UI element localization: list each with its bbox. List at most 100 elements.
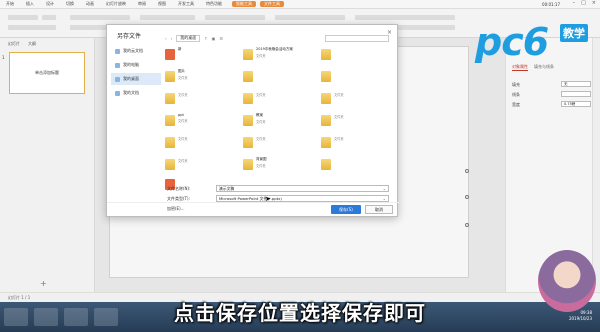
forward-icon[interactable]: › bbox=[171, 36, 173, 41]
folder-icon bbox=[243, 93, 253, 104]
text-tools[interactable] bbox=[275, 15, 345, 20]
tab-file-tools[interactable]: 文件工具 bbox=[260, 1, 284, 7]
location-select[interactable]: 我的桌面 bbox=[176, 34, 201, 42]
tab-slideshow[interactable]: 幻灯片放映 bbox=[100, 1, 132, 7]
nav-desktop[interactable]: 我的桌面 bbox=[111, 73, 161, 85]
format-buttons[interactable] bbox=[8, 25, 56, 30]
filename-input[interactable]: 演示文稿 ⌄ bbox=[216, 185, 389, 192]
drawing-buttons[interactable] bbox=[140, 15, 195, 20]
computer-icon bbox=[115, 62, 120, 68]
search-input[interactable] bbox=[325, 34, 389, 42]
filetype-value: Microsoft PowerPoint 文件(*.pptx) bbox=[219, 195, 282, 201]
tab-animation[interactable]: 动画 bbox=[80, 1, 100, 7]
font-name-select[interactable] bbox=[8, 15, 38, 20]
side-toolbar[interactable] bbox=[592, 38, 600, 292]
tab-smart-tools[interactable]: 智能工具 bbox=[232, 1, 256, 7]
folder-icon bbox=[321, 137, 331, 148]
file-item[interactable]: 教案 文件夹 bbox=[243, 113, 313, 133]
tab-features[interactable]: 特色功能 bbox=[200, 1, 228, 7]
ppt-file-icon bbox=[165, 49, 175, 60]
documents-icon bbox=[115, 90, 120, 96]
width-input[interactable]: 0.75磅 bbox=[561, 101, 591, 107]
mascot-avatar bbox=[538, 250, 596, 312]
file-item[interactable]: 2019中秋晚会活动方案 文件夹 bbox=[243, 47, 313, 67]
desktop-icon bbox=[115, 76, 120, 82]
file-item[interactable]: 文件夹 bbox=[165, 157, 235, 177]
encrypt-link[interactable]: 加密(E)... bbox=[167, 206, 184, 212]
folder-icon bbox=[321, 49, 331, 60]
file-item[interactable]: 背景图 文件夹 bbox=[243, 157, 313, 177]
tab-outline[interactable]: 大纲 bbox=[28, 41, 36, 47]
new-folder-icon[interactable]: ▣ bbox=[212, 36, 216, 41]
file-item[interactable]: 文件夹 bbox=[321, 113, 391, 133]
folder-icon bbox=[165, 93, 175, 104]
chevron-down-icon[interactable]: ⌄ bbox=[383, 186, 386, 191]
dialog-title: 另存文件 bbox=[117, 33, 142, 40]
mouse-cursor-icon: ➤ bbox=[265, 195, 271, 203]
add-slide-icon[interactable]: + bbox=[40, 279, 47, 288]
file-item[interactable]: 文件夹 bbox=[321, 135, 391, 155]
tab-transitions[interactable]: 切换 bbox=[60, 1, 80, 7]
folder-icon bbox=[321, 71, 331, 82]
file-item[interactable]: 新 bbox=[165, 47, 235, 67]
file-item[interactable] bbox=[321, 157, 391, 177]
file-item[interactable]: 图片 文件夹 bbox=[165, 69, 235, 89]
tab-review[interactable]: 审阅 bbox=[132, 1, 152, 7]
file-item[interactable] bbox=[321, 69, 391, 89]
tab-insert[interactable]: 插入 bbox=[20, 1, 40, 7]
chevron-down-icon[interactable]: ⌄ bbox=[383, 196, 386, 201]
file-item[interactable]: ppt 文件夹 bbox=[165, 113, 235, 133]
folder-icon bbox=[165, 115, 175, 126]
folder-icon bbox=[321, 159, 331, 170]
back-icon[interactable]: ‹ bbox=[165, 36, 167, 41]
recording-time: 00:01:17 bbox=[542, 1, 560, 7]
cancel-button[interactable]: 取消 bbox=[365, 205, 393, 214]
divider bbox=[107, 202, 399, 203]
logo-text: pc6 bbox=[475, 20, 549, 64]
prop-label: 线条 bbox=[512, 92, 520, 97]
file-item[interactable]: 文件夹 bbox=[321, 91, 391, 111]
thumbnail-title: 单击添加标题 bbox=[35, 70, 59, 75]
folder-icon bbox=[165, 137, 175, 148]
folder-icon bbox=[165, 71, 175, 82]
save-button[interactable]: 保存(S) bbox=[331, 205, 361, 214]
filetype-select[interactable]: Microsoft PowerPoint 文件(*.pptx) ⌄ bbox=[216, 195, 389, 202]
address-bar: ‹ › 我的桌面 ↑ ▣ ☰ bbox=[165, 34, 397, 42]
maximize-icon[interactable]: □ bbox=[581, 0, 586, 6]
folder-icon bbox=[321, 115, 331, 126]
file-item[interactable] bbox=[243, 69, 313, 89]
cloud-icon bbox=[115, 48, 120, 54]
file-item[interactable]: 文件夹 bbox=[243, 91, 313, 111]
file-item[interactable]: 文件夹 bbox=[243, 135, 313, 155]
resize-handle[interactable] bbox=[465, 195, 469, 199]
line-select[interactable] bbox=[561, 91, 591, 97]
nav-cloud-docs[interactable]: 我的云文档 bbox=[111, 45, 161, 57]
fill-select[interactable]: 无 bbox=[561, 81, 591, 87]
nav-documents[interactable]: 我的文档 bbox=[111, 87, 161, 99]
file-item[interactable] bbox=[321, 47, 391, 67]
logo-badge: 教学 bbox=[560, 24, 588, 42]
file-item[interactable]: 文件夹 bbox=[165, 91, 235, 111]
tab-slides[interactable]: 幻灯片 bbox=[8, 41, 20, 47]
prop-label: 宽度 bbox=[512, 102, 520, 107]
folder-icon bbox=[165, 159, 175, 170]
minimize-icon[interactable]: – bbox=[573, 0, 576, 6]
file-item[interactable]: 文件夹 bbox=[165, 135, 235, 155]
style-buttons[interactable] bbox=[205, 15, 265, 20]
nav-my-computer[interactable]: 我的电脑 bbox=[111, 59, 161, 71]
tab-design[interactable]: 设计 bbox=[40, 1, 60, 7]
close-icon[interactable]: × bbox=[592, 0, 596, 6]
view-mode-icon[interactable]: ☰ bbox=[219, 36, 223, 41]
tab-devtools[interactable]: 开发工具 bbox=[172, 1, 200, 7]
filename-label: 文件名称(N): bbox=[167, 186, 191, 191]
misc-tools[interactable] bbox=[355, 15, 455, 20]
paragraph-buttons[interactable] bbox=[70, 15, 130, 20]
font-size-select[interactable] bbox=[42, 15, 56, 20]
resize-handle[interactable] bbox=[465, 169, 469, 173]
menu-bar: 开始 插入 设计 切换 动画 幻灯片放映 审阅 视图 开发工具 特色功能 智能工… bbox=[0, 0, 600, 9]
tab-home[interactable]: 开始 bbox=[0, 1, 20, 7]
up-folder-icon[interactable]: ↑ bbox=[204, 36, 207, 41]
slide-thumbnail[interactable]: 单击添加标题 bbox=[9, 52, 85, 94]
resize-handle[interactable] bbox=[465, 223, 469, 227]
tab-view[interactable]: 视图 bbox=[152, 1, 172, 7]
